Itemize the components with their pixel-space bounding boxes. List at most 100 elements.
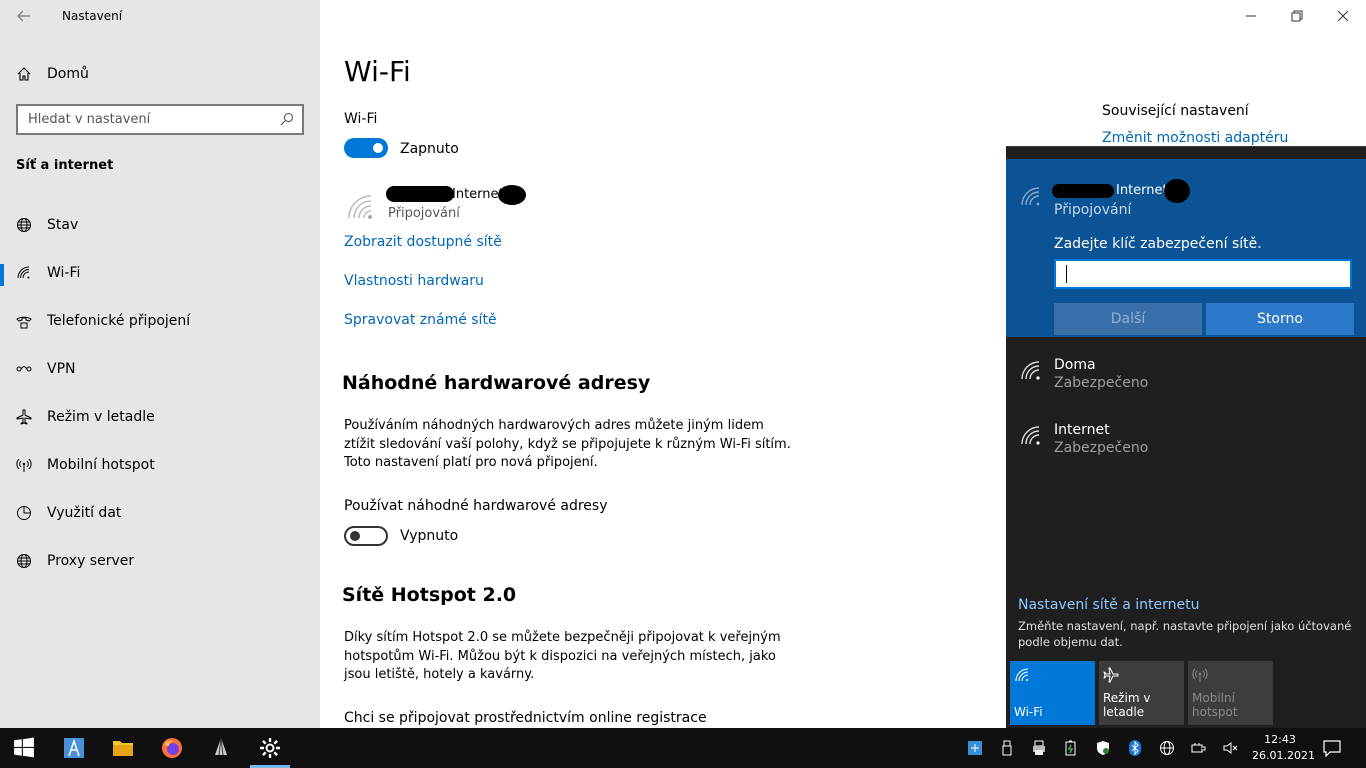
data-usage-icon bbox=[17, 506, 31, 520]
change-adapter-options-link[interactable]: Změnit možnosti adaptéru bbox=[1102, 130, 1288, 146]
tray-network-icon[interactable] bbox=[1158, 738, 1176, 758]
tile-label: Mobilní hotspot bbox=[1192, 691, 1238, 719]
toggle-knob bbox=[373, 143, 383, 153]
wifi-secured-icon bbox=[1021, 426, 1040, 445]
security-key-input[interactable] bbox=[1054, 259, 1352, 289]
back-arrow-icon bbox=[17, 10, 30, 22]
manage-known-networks-link[interactable]: Spravovat známé sítě bbox=[344, 312, 497, 328]
related-settings-title: Související nastavení bbox=[1102, 103, 1249, 119]
close-button[interactable] bbox=[1320, 0, 1366, 32]
sidebar-item-vpn[interactable]: VPN bbox=[16, 357, 316, 381]
tray-security-icon[interactable] bbox=[1094, 738, 1112, 758]
back-button[interactable] bbox=[12, 4, 36, 28]
security-key-prompt: Zadejte klíč zabezpečení sítě. bbox=[1054, 236, 1262, 252]
text-cursor bbox=[1066, 265, 1067, 283]
network-status: Zabezpečeno bbox=[1054, 440, 1149, 456]
taskbar-app-explorer[interactable] bbox=[99, 728, 147, 768]
cancel-button[interactable]: Storno bbox=[1206, 303, 1354, 335]
section-title: Síť a internet bbox=[16, 158, 114, 173]
search-icon[interactable] bbox=[280, 112, 294, 126]
network-status: Připojování bbox=[388, 206, 460, 221]
battery-charging-icon bbox=[1065, 740, 1076, 756]
sidebar-item-airplane[interactable]: Režim v letadle bbox=[16, 405, 316, 429]
random-hw-toggle-label: Používat náhodné hardwarové adresy bbox=[344, 498, 608, 514]
quick-action-airplane[interactable]: Režim v letadle bbox=[1099, 661, 1184, 725]
quick-action-wifi[interactable]: Wi-Fi bbox=[1010, 661, 1095, 725]
inkscape-icon bbox=[215, 737, 227, 756]
sidebar-item-hotspot[interactable]: Mobilní hotspot bbox=[16, 453, 316, 477]
taskbar-app-settings[interactable] bbox=[246, 728, 294, 768]
start-button[interactable] bbox=[0, 728, 48, 768]
minimize-button[interactable] bbox=[1228, 0, 1274, 32]
taskbar-app-firefox[interactable] bbox=[148, 728, 196, 768]
tray-app-icon[interactable] bbox=[966, 738, 984, 758]
tray-volume-icon[interactable] bbox=[1222, 738, 1240, 758]
airplane-icon bbox=[1103, 667, 1119, 683]
sidebar-item-label: Proxy server bbox=[47, 553, 135, 569]
network-list-item[interactable]: Internet Zabezpečeno bbox=[1006, 410, 1366, 466]
tray-printer-icon[interactable] bbox=[1030, 738, 1048, 758]
font-app-icon bbox=[64, 738, 84, 758]
volume-muted-icon bbox=[1223, 742, 1238, 754]
window-controls bbox=[1228, 0, 1366, 32]
vpn-icon bbox=[16, 366, 32, 372]
network-list-item[interactable]: Doma Zabezpečeno bbox=[1006, 345, 1366, 401]
notification-center-button[interactable] bbox=[1322, 738, 1344, 758]
online-registration-label: Chci se připojovat prostřednictvím onlin… bbox=[344, 710, 707, 726]
active-network-panel[interactable]: Internet Připojování Zadejte klíč zabezp… bbox=[1006, 159, 1366, 337]
search-box[interactable] bbox=[16, 104, 304, 135]
clock-date: 26.01.2021 bbox=[1252, 749, 1315, 762]
network-flyout: Internet Připojování Zadejte klíč zabezp… bbox=[1006, 146, 1366, 728]
wifi-secured-icon bbox=[1021, 361, 1040, 380]
search-input[interactable] bbox=[28, 112, 268, 127]
airplane-icon bbox=[16, 409, 32, 425]
firefox-icon bbox=[162, 738, 182, 758]
sidebar-item-label: Využití dat bbox=[47, 505, 122, 521]
sidebar-item-label: Telefonické připojení bbox=[47, 313, 191, 329]
random-hw-heading: Náhodné hardwarové adresy bbox=[342, 372, 651, 394]
network-settings-description: Změňte nastavení, např. nastavte připoje… bbox=[1018, 619, 1352, 649]
tray-bluetooth-icon[interactable] bbox=[1126, 738, 1144, 758]
network-name: Internet bbox=[1054, 422, 1110, 438]
hotspot-icon bbox=[1192, 668, 1208, 682]
sidebar-item-status[interactable]: Stav bbox=[16, 213, 316, 237]
sidebar-item-proxy[interactable]: Proxy server bbox=[16, 549, 316, 573]
redaction-mark bbox=[1052, 184, 1114, 198]
tray-usb-icon[interactable] bbox=[998, 738, 1016, 758]
redaction-mark bbox=[498, 185, 526, 205]
tray-power-icon[interactable] bbox=[1190, 738, 1208, 758]
wifi-signal-icon[interactable] bbox=[346, 190, 376, 220]
redaction-mark bbox=[386, 186, 454, 202]
wifi-toggle-state: Zapnuto bbox=[400, 141, 459, 157]
network-name[interactable]: Internet bbox=[452, 187, 504, 202]
home-icon bbox=[17, 67, 31, 81]
next-button[interactable]: Další bbox=[1054, 303, 1202, 335]
usb-drive-icon bbox=[1002, 740, 1012, 756]
wifi-toggle[interactable] bbox=[344, 138, 388, 158]
wifi-toggle-label: Wi-Fi bbox=[344, 111, 378, 127]
power-plug-icon bbox=[1191, 743, 1206, 753]
minimize-icon bbox=[1246, 15, 1256, 17]
sidebar-item-label: Stav bbox=[47, 217, 79, 233]
random-hw-toggle[interactable] bbox=[344, 526, 388, 546]
sidebar-item-home[interactable]: Domů bbox=[16, 64, 89, 84]
tray-app-icon bbox=[968, 741, 982, 755]
sidebar-item-dialup[interactable]: Telefonické připojení bbox=[16, 309, 316, 333]
flyout-network-status: Připojování bbox=[1054, 202, 1132, 218]
page-title: Wi-Fi bbox=[344, 55, 411, 88]
sidebar-item-wifi[interactable]: Wi-Fi bbox=[16, 261, 316, 285]
taskbar-app-inkscape[interactable] bbox=[197, 728, 245, 768]
show-networks-link[interactable]: Zobrazit dostupné sítě bbox=[344, 234, 502, 250]
network-settings-link[interactable]: Nastavení sítě a internetu bbox=[1018, 597, 1200, 613]
tray-battery-icon[interactable] bbox=[1062, 738, 1080, 758]
quick-action-hotspot[interactable]: Mobilní hotspot bbox=[1188, 661, 1273, 725]
hardware-properties-link[interactable]: Vlastnosti hardwaru bbox=[344, 273, 484, 289]
maximize-button[interactable] bbox=[1274, 0, 1320, 32]
sidebar-item-data-usage[interactable]: Využití dat bbox=[16, 501, 316, 525]
clock-time: 12:43 bbox=[1264, 733, 1296, 746]
sidebar: Nastavení Domů Síť a internet Stav Wi-Fi… bbox=[0, 0, 320, 728]
close-icon bbox=[1337, 10, 1349, 22]
tile-label: Režim v letadle bbox=[1103, 691, 1151, 719]
taskbar-app-font[interactable] bbox=[50, 728, 98, 768]
clock[interactable]: 12:43 26.01.2021 bbox=[1252, 732, 1315, 764]
